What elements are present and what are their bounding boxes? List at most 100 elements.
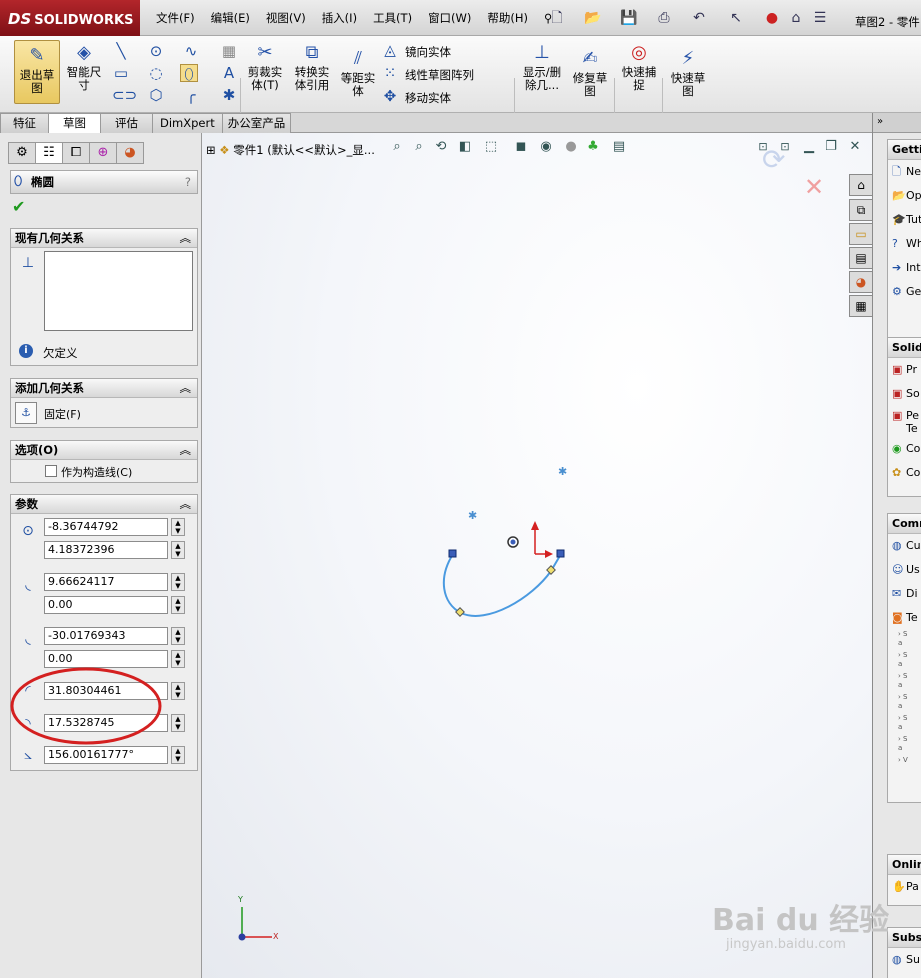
arc-icon[interactable]: ◌ [147, 64, 165, 82]
center-x-spinner[interactable]: ▲ ▼ [171, 518, 185, 536]
rss-feed-entry[interactable]: › Sa [888, 714, 921, 735]
ellipse-arc[interactable] [442, 553, 562, 617]
rss-feed-entry[interactable]: › Sa [888, 651, 921, 672]
view-palette-tab-icon[interactable]: ▤ [849, 247, 873, 269]
ellipse-handle[interactable] [455, 607, 465, 617]
repair-sketch-button[interactable]: ✍ 修复草图 [568, 48, 612, 98]
ok-checkmark-button[interactable]: ✔ [12, 197, 25, 216]
sketch-canvas[interactable]: ✱ ✱ [202, 133, 872, 978]
collapse-chevron-icon[interactable]: ︽ [180, 495, 192, 513]
rss-feed-entry[interactable]: › Sa [888, 630, 921, 651]
tab-office-products[interactable]: 办公室产品 [221, 113, 292, 133]
community-item[interactable]: ✉ Di [888, 582, 921, 606]
select-cursor-icon[interactable]: ↖ [727, 9, 745, 27]
start-y-field[interactable]: 0.00 [44, 596, 168, 614]
exit-sketch-button[interactable]: ✎ 退出草图 [14, 40, 60, 104]
tab-dimxpert[interactable]: DimXpert [152, 113, 223, 133]
save-icon[interactable]: 💾 [620, 9, 638, 27]
options-header[interactable]: 选项(O) ︽ [11, 441, 197, 460]
tab-features[interactable]: 特征 [0, 113, 49, 133]
file-properties-icon[interactable]: ⌂ [787, 9, 805, 27]
resource-item[interactable]: ◉ Co [888, 437, 921, 461]
collapse-chevron-icon[interactable]: ︽ [180, 379, 192, 397]
gs-item[interactable]: ➔Intro [888, 256, 921, 280]
spline-icon[interactable]: ∿ [182, 42, 200, 60]
options-icon[interactable]: ☰ [811, 9, 829, 27]
grid-icon[interactable]: ▦ [220, 42, 238, 60]
resource-item[interactable]: ▣ So [888, 382, 921, 406]
online-item[interactable]: ✋Pa [888, 875, 921, 899]
property-manager-tab-icon[interactable]: ☷ [35, 142, 63, 164]
undo-icon[interactable]: ↶ [690, 9, 708, 27]
appearances-tab-icon[interactable]: ◕ [849, 271, 873, 293]
linear-pattern-icon[interactable]: ⁙ [381, 64, 399, 82]
open-file-icon[interactable]: 📂 [584, 9, 602, 27]
show-delete-relations-button[interactable]: ⊥ 显示/删除几... [519, 42, 565, 92]
gs-item[interactable]: ⚙Get [888, 280, 921, 304]
slot-icon[interactable]: ⊂⊃ [112, 86, 137, 104]
gs-item[interactable]: ?What's [888, 232, 921, 256]
new-file-icon[interactable]: 🗋 [548, 9, 566, 27]
collapse-chevron-icon[interactable]: ︽ [180, 441, 192, 459]
resource-item[interactable]: ▣ Pe Te [888, 406, 921, 437]
dimxpert-manager-tab-icon[interactable]: ⊕ [89, 142, 117, 164]
major-radius-spinner[interactable]: ▲ ▼ [171, 682, 185, 700]
resource-item[interactable]: ▣ Pr [888, 358, 921, 382]
linear-pattern-button[interactable]: 线性草图阵列 [405, 67, 474, 83]
display-manager-tab-icon[interactable]: ◕ [116, 142, 144, 164]
start-x-field[interactable]: 9.66624117 [44, 573, 168, 591]
gs-item[interactable]: 🗋New [888, 160, 921, 184]
end-x-spinner[interactable]: ▲ ▼ [171, 627, 185, 645]
menu-help[interactable]: 帮助(H) [479, 10, 536, 26]
resource-item[interactable]: ✿ Co [888, 461, 921, 485]
point-icon[interactable]: ✱ [220, 86, 238, 104]
offset-entities-button[interactable]: ⫽ 等距实体 [338, 48, 378, 98]
community-item[interactable]: ◙ Te [888, 606, 921, 630]
existing-relations-list[interactable] [44, 251, 193, 331]
home-tab-icon[interactable]: ⌂ [849, 174, 873, 196]
trim-entities-button[interactable]: ✂ 剪裁实体(T) [245, 42, 285, 92]
convert-entities-button[interactable]: ⧉ 转换实体引用 [290, 42, 334, 92]
parameters-header[interactable]: 参数 ︽ [11, 495, 197, 514]
community-item[interactable]: ☺ Us [888, 558, 921, 582]
angle-field[interactable]: 156.00161777° [44, 746, 168, 764]
gs-item[interactable]: 📂Open [888, 184, 921, 208]
mirror-entities-button[interactable]: 镜向实体 [405, 44, 451, 60]
mirror-icon[interactable]: ◬ [381, 41, 399, 59]
print-icon[interactable]: ⎙ [655, 9, 673, 27]
menu-view[interactable]: 视图(V) [258, 10, 314, 26]
menu-insert[interactable]: 插入(I) [314, 10, 365, 26]
fix-relation-icon[interactable]: ⚓ [15, 402, 37, 424]
menu-tools[interactable]: 工具(T) [365, 10, 420, 26]
smart-dimension-button[interactable]: ◈ 智能尺寸 [62, 42, 106, 92]
line-icon[interactable]: ╲ [112, 42, 130, 60]
menu-edit[interactable]: 编辑(E) [203, 10, 258, 26]
gs-item[interactable]: 🎓Tutorials [888, 208, 921, 232]
existing-relations-header[interactable]: 现有几何关系 ︽ [11, 229, 197, 248]
start-x-spinner[interactable]: ▲ ▼ [171, 573, 185, 591]
solidworks-logo[interactable]: DS SOLIDWORKS [0, 0, 140, 36]
ellipse-end-point[interactable] [448, 549, 457, 558]
text-icon[interactable]: A [220, 64, 238, 82]
graphics-area[interactable]: ⊞ ❖ 零件1 (默认<<默认>_显... ⌕ ⌕ ⟲ ◧ ⬚ ◼ ◉ ● ♣ … [202, 133, 872, 978]
ellipse-start-point[interactable] [556, 549, 565, 558]
center-y-field[interactable]: 4.18372396 [44, 541, 168, 559]
collapse-chevron-icon[interactable]: ︽ [180, 229, 192, 247]
menu-file[interactable]: 文件(F) [148, 10, 203, 26]
angle-spinner[interactable]: ▲ ▼ [171, 746, 185, 764]
end-x-field[interactable]: -30.01769343 [44, 627, 168, 645]
rss-feed-entry[interactable]: › Sa [888, 735, 921, 756]
rectangle-icon[interactable]: ▭ [112, 64, 130, 82]
start-y-spinner[interactable]: ▲ ▼ [171, 596, 185, 614]
quick-snaps-button[interactable]: ◎ 快速捕捉 [618, 42, 660, 92]
custom-properties-tab-icon[interactable]: ▦ [849, 295, 873, 317]
center-x-field[interactable]: -8.36744792 [44, 518, 168, 536]
rapid-sketch-button[interactable]: ⚡ 快速草图 [666, 48, 710, 98]
ellipse-icon[interactable]: ⬯ [180, 64, 198, 83]
rss-feed-entry[interactable]: › V [888, 756, 921, 777]
tab-evaluate[interactable]: 评估 [100, 113, 153, 133]
menu-window[interactable]: 窗口(W) [420, 10, 479, 26]
configuration-manager-tab-icon[interactable]: ⧠ [62, 142, 90, 164]
rss-feed-entry[interactable]: › Sa [888, 672, 921, 693]
fillet-icon[interactable]: ╭ [182, 86, 200, 104]
